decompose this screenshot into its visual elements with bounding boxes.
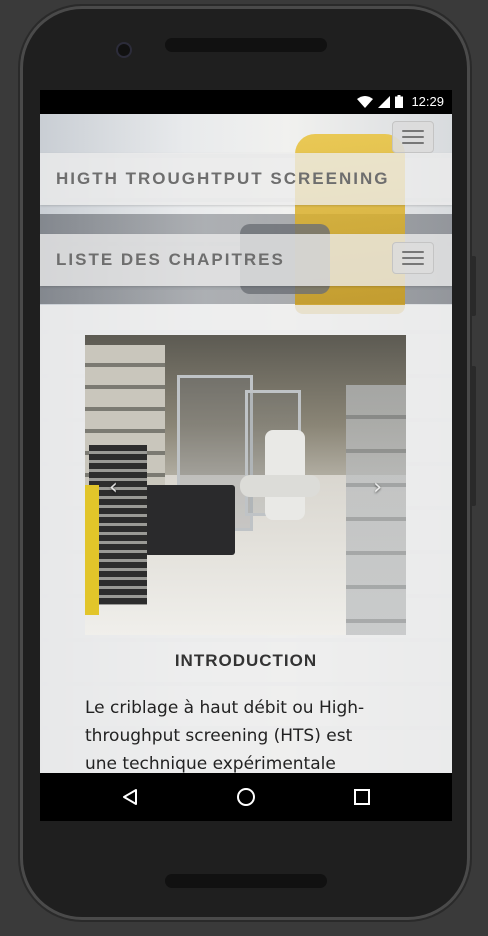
photo-right-equipment — [346, 385, 406, 635]
system-navigation-bar — [40, 773, 452, 821]
signal-icon — [378, 95, 391, 108]
back-icon — [123, 789, 137, 805]
chapters-title[interactable]: LISTE DES CHAPITRES — [56, 250, 285, 270]
home-button[interactable] — [216, 773, 276, 821]
recents-icon — [354, 789, 370, 805]
site-title[interactable]: HIGTH TROUGHTPUT SCREENING — [56, 169, 389, 189]
photo-base — [145, 485, 235, 555]
page-content[interactable]: HIGTH TROUGHTPUT SCREENING LISTE DES CHA… — [40, 114, 452, 773]
carousel-prev-icon[interactable]: ‹ — [109, 475, 118, 500]
chapters-menu-icon[interactable] — [392, 242, 434, 274]
photo-robot-arm — [240, 475, 320, 497]
power-button[interactable] — [471, 366, 476, 506]
device-screen: 12:29 HIGTH TROUGHTPUT SCREENING LISTE D… — [40, 90, 452, 821]
volume-button[interactable] — [471, 256, 476, 316]
front-camera — [118, 44, 130, 56]
back-button[interactable] — [100, 773, 160, 821]
site-navbar: HIGTH TROUGHTPUT SCREENING — [40, 153, 452, 205]
bottom-speaker — [165, 874, 327, 888]
hamburger-menu-icon[interactable] — [392, 121, 434, 153]
earpiece-speaker — [165, 38, 327, 52]
section-title: INTRODUCTION — [174, 651, 318, 670]
image-carousel[interactable]: ‹ › — [85, 335, 406, 635]
battery-icon — [395, 95, 404, 108]
home-icon — [237, 788, 255, 806]
status-bar: 12:29 — [40, 90, 452, 114]
intro-paragraph: Le criblage à haut débit ou High-through… — [85, 698, 365, 773]
wifi-icon — [357, 95, 374, 108]
carousel-next-icon[interactable]: › — [373, 475, 382, 500]
recents-button[interactable] — [332, 773, 392, 821]
clock: 12:29 — [411, 94, 444, 109]
photo-yellow-panel — [85, 485, 99, 615]
chapters-navbar: LISTE DES CHAPITRES — [40, 234, 452, 286]
